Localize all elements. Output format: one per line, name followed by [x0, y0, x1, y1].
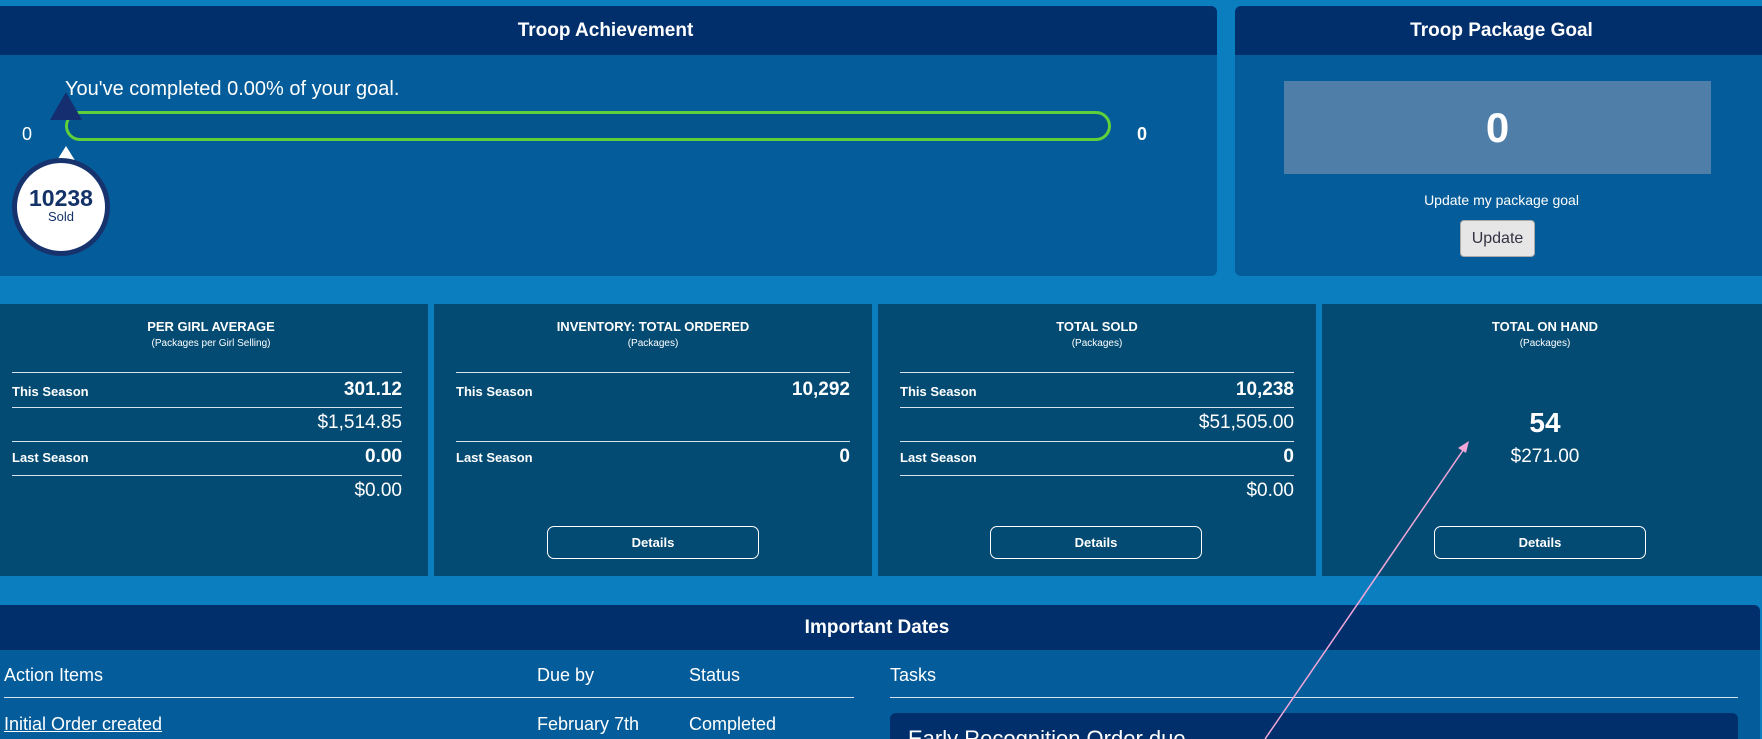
this-season-value: 10,238 — [1235, 379, 1294, 400]
divider — [900, 441, 1294, 442]
troop-dashboard: Troop Achievement You've completed 0.00%… — [0, 0, 1762, 739]
this-season-value: 301.12 — [343, 379, 402, 400]
on-hand-amount: $271.00 — [1510, 446, 1580, 467]
divider — [4, 697, 854, 698]
per-girl-average-tile: PER GIRL AVERAGE (Packages per Girl Sell… — [0, 304, 428, 576]
divider — [12, 475, 402, 476]
action-item-due: February 7th — [537, 714, 640, 734]
on-hand-details-button[interactable]: Details — [1434, 526, 1646, 559]
progress-marker-icon — [50, 92, 82, 120]
sold-count: 10238 — [29, 185, 93, 211]
stat-subtitle: (Packages) — [1519, 338, 1571, 349]
divider — [12, 372, 402, 373]
troop-achievement-title: Troop Achievement — [0, 6, 1217, 55]
action-items-header: Action Items — [4, 665, 104, 685]
progress-max-label: 0 — [1137, 124, 1148, 144]
sold-label: Sold — [47, 209, 75, 224]
update-goal-button[interactable]: Update — [1460, 220, 1535, 257]
update-goal-label: Update my package goal — [1424, 192, 1579, 208]
stat-title: TOTAL ON HAND — [1491, 319, 1599, 334]
total-sold-tile: TOTAL SOLD (Packages) This Season 10,238… — [878, 304, 1316, 576]
divider — [900, 372, 1294, 373]
on-hand-count: 54 — [1529, 407, 1561, 438]
this-season-label: This Season — [900, 384, 977, 399]
divider — [900, 475, 1294, 476]
divider — [12, 407, 402, 408]
important-dates-panel: Important Dates Action Items Due by Stat… — [0, 605, 1760, 739]
troop-package-goal-panel: Troop Package Goal 0 Update my package g… — [1235, 6, 1762, 276]
progress-min-label: 0 — [22, 124, 33, 144]
this-season-amount: $51,505.00 — [1198, 412, 1294, 433]
stat-title: TOTAL SOLD — [1056, 319, 1138, 334]
divider — [900, 407, 1294, 408]
package-goal-title: Troop Package Goal — [1235, 6, 1762, 55]
stat-subtitle: (Packages per Girl Selling) — [151, 338, 271, 349]
package-goal-value[interactable]: 0 — [1284, 81, 1711, 174]
inventory-details-button[interactable]: Details — [547, 526, 759, 559]
goal-progress-bar — [65, 111, 1111, 141]
last-season-amount: $0.00 — [1246, 480, 1294, 501]
divider — [456, 441, 850, 442]
goal-progress-message: You've completed 0.00% of your goal. — [65, 78, 400, 100]
tasks-header: Tasks — [890, 665, 937, 685]
divider — [456, 372, 850, 373]
this-season-label: This Season — [12, 384, 89, 399]
task-card[interactable]: Early Recognition Order due — [890, 713, 1738, 739]
this-season-value: 10,292 — [791, 379, 850, 400]
this-season-amount: $1,514.85 — [317, 412, 402, 433]
last-season-value: 0 — [839, 446, 850, 467]
this-season-label: This Season — [456, 384, 533, 399]
action-item-link[interactable]: Initial Order created — [4, 714, 162, 735]
last-season-label: Last Season — [12, 450, 89, 465]
troop-achievement-panel: Troop Achievement You've completed 0.00%… — [0, 6, 1217, 276]
important-dates-title: Important Dates — [0, 605, 1760, 650]
action-item-status: Completed — [689, 714, 777, 734]
stat-title: INVENTORY: TOTAL ORDERED — [556, 319, 750, 334]
stat-title: PER GIRL AVERAGE — [147, 319, 275, 334]
last-season-amount: $0.00 — [354, 480, 402, 501]
due-by-header: Due by — [537, 665, 595, 685]
last-season-label: Last Season — [456, 450, 533, 465]
inventory-total-ordered-tile: INVENTORY: TOTAL ORDERED (Packages) This… — [434, 304, 872, 576]
task-title: Early Recognition Order due — [908, 726, 1186, 739]
total-on-hand-tile: TOTAL ON HAND (Packages) 54 $271.00 Deta… — [1322, 304, 1762, 576]
last-season-value: 0 — [1283, 446, 1294, 467]
stat-subtitle: (Packages) — [627, 338, 679, 349]
last-season-value: 0.00 — [365, 446, 402, 467]
total-sold-details-button[interactable]: Details — [990, 526, 1202, 559]
last-season-label: Last Season — [900, 450, 977, 465]
divider — [12, 441, 402, 442]
divider — [890, 697, 1738, 698]
stat-subtitle: (Packages) — [1071, 338, 1123, 349]
sold-count-badge: 10238 Sold — [12, 158, 110, 256]
status-header: Status — [689, 665, 741, 685]
